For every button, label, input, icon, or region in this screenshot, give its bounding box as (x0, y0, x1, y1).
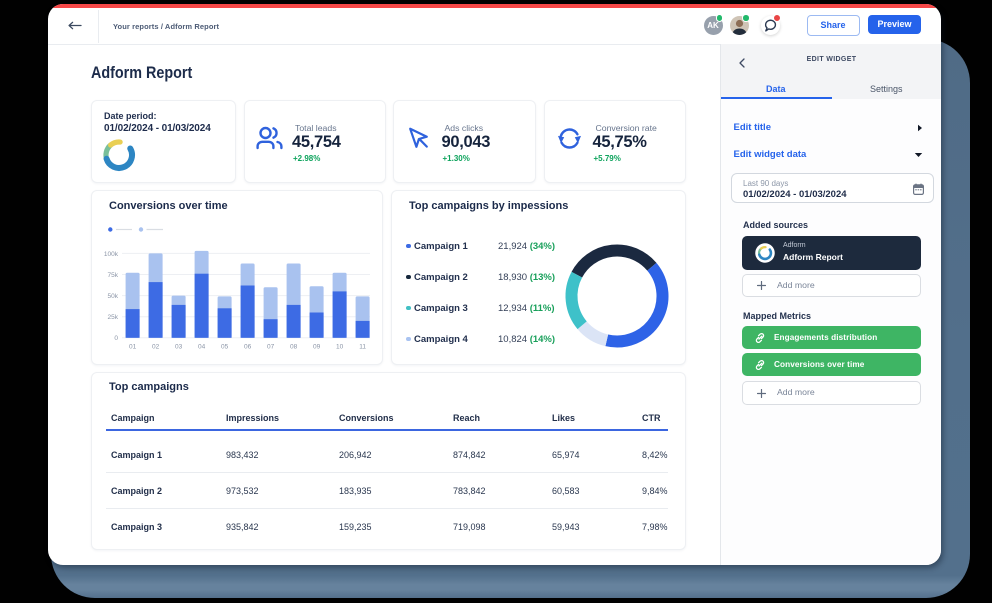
svg-text:25k: 25k (108, 314, 119, 321)
svg-text:08: 08 (290, 344, 298, 351)
svg-text:01: 01 (129, 344, 137, 351)
svg-text:05: 05 (221, 344, 229, 351)
svg-text:09: 09 (313, 344, 321, 351)
svg-text:75k: 75k (108, 272, 119, 279)
svg-text:02: 02 (152, 344, 160, 351)
svg-text:07: 07 (267, 344, 275, 351)
svg-text:03: 03 (175, 344, 183, 351)
svg-text:10: 10 (336, 344, 344, 351)
svg-text:06: 06 (244, 344, 252, 351)
svg-text:100k: 100k (104, 251, 119, 258)
svg-text:11: 11 (359, 344, 366, 351)
svg-text:50k: 50k (108, 293, 119, 300)
svg-text:0: 0 (114, 335, 118, 342)
svg-text:04: 04 (198, 344, 206, 351)
